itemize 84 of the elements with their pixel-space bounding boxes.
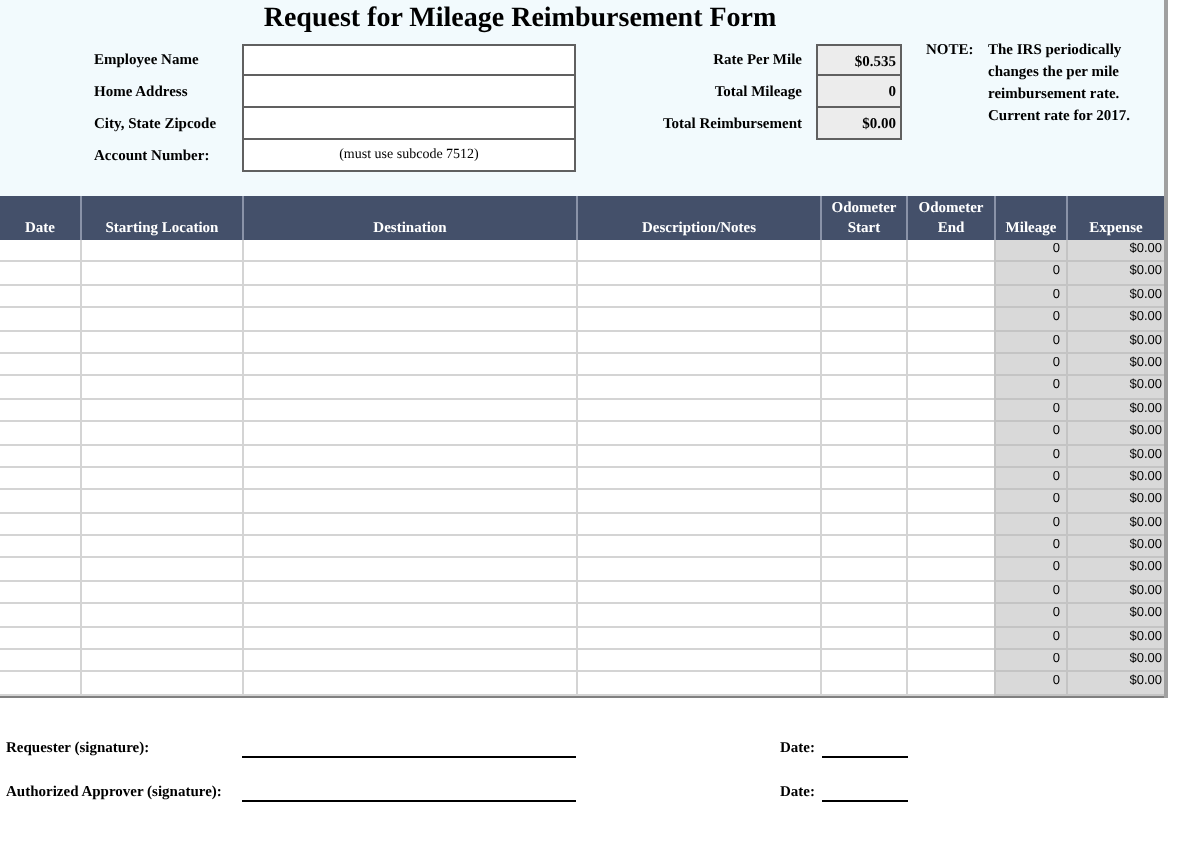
table-cell[interactable]: [80, 581, 242, 605]
table-cell[interactable]: [576, 376, 820, 400]
table-cell[interactable]: [820, 445, 906, 468]
input-field[interactable]: [242, 44, 576, 76]
table-cell[interactable]: [242, 581, 576, 605]
table-cell[interactable]: [820, 513, 906, 537]
table-cell[interactable]: [820, 353, 906, 377]
table-cell[interactable]: [820, 262, 906, 286]
table-cell[interactable]: [820, 672, 906, 696]
table-cell[interactable]: [80, 422, 242, 446]
table-cell[interactable]: [820, 308, 906, 332]
table-cell[interactable]: [242, 399, 576, 423]
table-cell[interactable]: [80, 513, 242, 537]
table-cell[interactable]: [820, 422, 906, 446]
table-cell[interactable]: [242, 467, 576, 491]
table-cell[interactable]: [80, 262, 242, 286]
table-cell[interactable]: [820, 558, 906, 582]
table-cell[interactable]: [576, 650, 820, 673]
table-cell[interactable]: [820, 285, 906, 309]
table-cell[interactable]: [576, 581, 820, 605]
input-field[interactable]: [242, 108, 576, 140]
table-cell[interactable]: [80, 467, 242, 491]
table-cell[interactable]: [242, 604, 576, 628]
table-cell[interactable]: [80, 558, 242, 582]
table-cell[interactable]: [80, 604, 242, 628]
table-cell[interactable]: [820, 604, 906, 628]
table-cell[interactable]: [242, 627, 576, 651]
table-cell[interactable]: [80, 353, 242, 377]
table-cell[interactable]: [576, 422, 820, 446]
table-cell[interactable]: [242, 331, 576, 354]
table-cell[interactable]: [576, 308, 820, 332]
table-cell[interactable]: [242, 308, 576, 332]
table-cell[interactable]: [820, 581, 906, 605]
table-cell[interactable]: [576, 262, 820, 286]
table-cell[interactable]: [820, 240, 906, 263]
table-cell[interactable]: [242, 490, 576, 514]
table-cell[interactable]: [576, 536, 820, 559]
table-cell[interactable]: [80, 650, 242, 673]
table-cell[interactable]: [242, 536, 576, 559]
table-cell[interactable]: [80, 445, 242, 468]
table-cell[interactable]: [820, 650, 906, 673]
table-cell[interactable]: [80, 672, 242, 696]
table-cell[interactable]: [242, 445, 576, 468]
table-cell[interactable]: [576, 445, 820, 468]
table-cell[interactable]: [242, 672, 576, 696]
table-cell[interactable]: [242, 240, 576, 263]
table-cell[interactable]: [80, 376, 242, 400]
table-cell[interactable]: [576, 240, 820, 263]
table-cell[interactable]: [820, 627, 906, 651]
table-cell[interactable]: [80, 490, 242, 514]
table-cell[interactable]: [80, 308, 242, 332]
table-cell[interactable]: [820, 467, 906, 491]
table-cell[interactable]: [820, 399, 906, 423]
table-cell[interactable]: [820, 490, 906, 514]
table-cell[interactable]: [576, 490, 820, 514]
table-cell[interactable]: [576, 467, 820, 491]
table-cell[interactable]: [80, 285, 242, 309]
table-cell[interactable]: [80, 536, 242, 559]
table-cell[interactable]: [576, 331, 820, 354]
table-cell[interactable]: [80, 399, 242, 423]
table-cell[interactable]: [80, 331, 242, 354]
table-cell[interactable]: [820, 331, 906, 354]
table-cell[interactable]: [242, 650, 576, 673]
table-cell[interactable]: [576, 399, 820, 423]
table-cell[interactable]: [576, 627, 820, 651]
table-cell[interactable]: [242, 513, 576, 537]
input-field[interactable]: [242, 76, 576, 108]
table-cell[interactable]: [242, 262, 576, 286]
table-cell[interactable]: [576, 672, 820, 696]
table-cell[interactable]: [820, 536, 906, 559]
form-title: Request for Mileage Reimbursement Form: [261, 2, 779, 36]
table-cell[interactable]: [242, 558, 576, 582]
table-cell[interactable]: [576, 513, 820, 537]
table-cell[interactable]: [576, 604, 820, 628]
table-cell[interactable]: [576, 558, 820, 582]
table-cell[interactable]: [80, 627, 242, 651]
table-cell[interactable]: [576, 353, 820, 377]
table-cell[interactable]: [820, 376, 906, 400]
table-cell[interactable]: [80, 240, 242, 263]
table-cell[interactable]: [242, 376, 576, 400]
table-cell[interactable]: [242, 285, 576, 309]
table-cell[interactable]: [242, 422, 576, 446]
table-cell[interactable]: [242, 353, 576, 377]
table-cell[interactable]: [576, 285, 820, 309]
